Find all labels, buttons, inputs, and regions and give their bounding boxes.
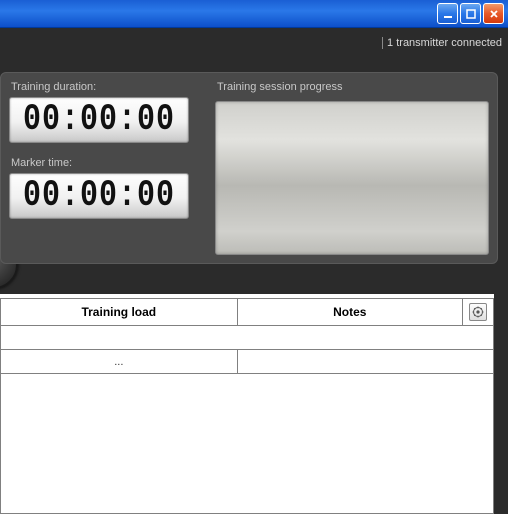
training-table-area: Training load Notes (0, 294, 508, 514)
status-bar: 1 transmitter connected (0, 28, 508, 58)
transmitter-status: 1 transmitter connected (387, 37, 502, 49)
training-panel-area: 1 transmitter connected Training duratio… (0, 28, 508, 294)
progress-label: Training session progress (217, 81, 489, 93)
maximize-button[interactable] (460, 3, 481, 24)
duration-display: 00:00:00 (9, 97, 189, 143)
timing-panel: Training duration: 00:00:00 Marker time:… (0, 72, 498, 264)
minimize-button[interactable] (437, 3, 458, 24)
marker-label: Marker time: (11, 157, 209, 169)
duration-value: 00:00:00 (23, 99, 175, 142)
cell-training-load[interactable]: ... (1, 350, 238, 374)
window-titlebar (0, 0, 508, 28)
col-header-notes[interactable]: Notes (237, 299, 462, 326)
col-header-settings (463, 299, 494, 326)
table-row[interactable] (1, 326, 494, 350)
status-separator (382, 37, 383, 49)
close-button[interactable] (483, 3, 504, 24)
marker-display: 00:00:00 (9, 173, 189, 219)
cell-notes[interactable] (237, 350, 493, 374)
duration-label: Training duration: (11, 81, 209, 93)
table-settings-button[interactable] (469, 303, 487, 321)
marker-value: 00:00:00 (23, 175, 175, 218)
training-table: Training load Notes (0, 298, 494, 374)
col-header-training-load[interactable]: Training load (1, 299, 238, 326)
table-body-area (0, 374, 494, 514)
table-row[interactable]: ... (1, 350, 494, 374)
session-progress-chart (215, 101, 489, 255)
gear-icon (472, 306, 484, 318)
